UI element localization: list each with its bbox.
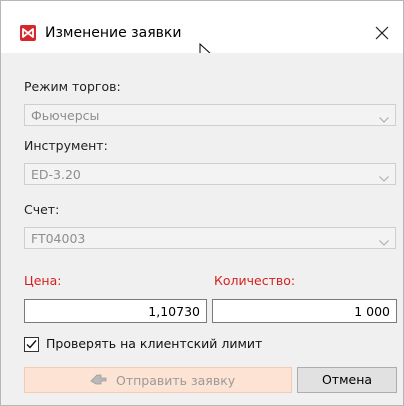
order-edit-dialog: Изменение заявки Режим торгов: Фьючерсы … [0,0,404,406]
account-select[interactable]: FT04003 [24,227,396,249]
trading-mode-select[interactable]: Фьючерсы [24,104,396,126]
cancel-button[interactable]: Отмена [297,367,397,393]
client-limit-checkbox[interactable] [24,337,39,352]
send-order-button[interactable]: Отправить заявку [24,367,292,393]
quantity-label: Количество: [214,273,296,288]
send-order-label: Отправить заявку [116,373,236,388]
instrument-select[interactable]: ED-3.20 [24,163,396,185]
chevron-down-icon [379,235,389,249]
close-icon[interactable] [373,24,391,42]
price-input[interactable]: 1,10730 [24,299,207,323]
price-label: Цена: [24,273,62,288]
client-limit-label[interactable]: Проверять на клиентский лимит [46,336,262,351]
instrument-label: Инструмент: [24,138,108,153]
price-value: 1,10730 [148,304,200,319]
checkmark-icon [26,340,37,349]
account-value: FT04003 [31,231,86,246]
quantity-input[interactable]: 1 000 [212,299,397,323]
chevron-down-icon [379,112,389,126]
trading-mode-label: Режим торгов: [24,79,121,94]
chevron-down-icon [379,171,389,185]
account-label: Счет: [24,202,60,217]
window-title: Изменение заявки [45,25,182,41]
title-bar[interactable]: Изменение заявки [1,1,403,64]
send-hand-icon [89,372,109,391]
instrument-value: ED-3.20 [31,167,81,182]
trading-mode-value: Фьючерсы [31,108,100,123]
quantity-value: 1 000 [354,304,390,319]
moex-logo-icon [20,25,36,41]
